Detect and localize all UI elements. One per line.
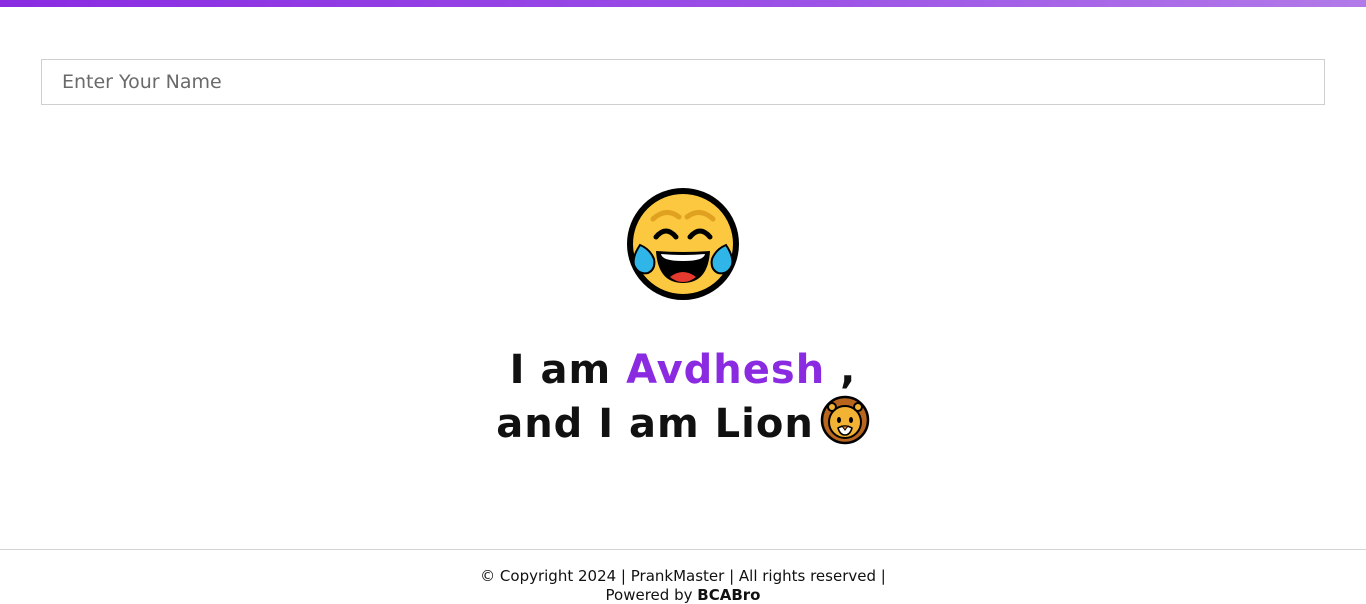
entered-name: Avdhesh bbox=[626, 347, 826, 393]
prank-message: I am Avdhesh , and I am Lion bbox=[0, 345, 1366, 449]
footer-powered-by: Powered by BCABro bbox=[0, 586, 1366, 604]
message-comma: , bbox=[840, 347, 857, 393]
message-line-1: I am Avdhesh , bbox=[0, 345, 1366, 395]
footer-copyright: © Copyright 2024 | PrankMaster | All rig… bbox=[480, 567, 886, 585]
powered-by-brand: BCABro bbox=[697, 586, 761, 604]
top-accent-bar bbox=[0, 0, 1366, 7]
powered-by-label: Powered by bbox=[605, 586, 693, 604]
face-with-tears-of-joy-icon bbox=[626, 187, 740, 301]
name-input[interactable] bbox=[41, 59, 1325, 105]
message-line-2-text: and I am Lion bbox=[496, 401, 814, 447]
lion-face-icon bbox=[820, 395, 870, 445]
message-prefix: I am bbox=[509, 347, 612, 393]
message-line-2: and I am Lion bbox=[0, 395, 1366, 449]
footer: © Copyright 2024 | PrankMaster | All rig… bbox=[0, 549, 1366, 604]
